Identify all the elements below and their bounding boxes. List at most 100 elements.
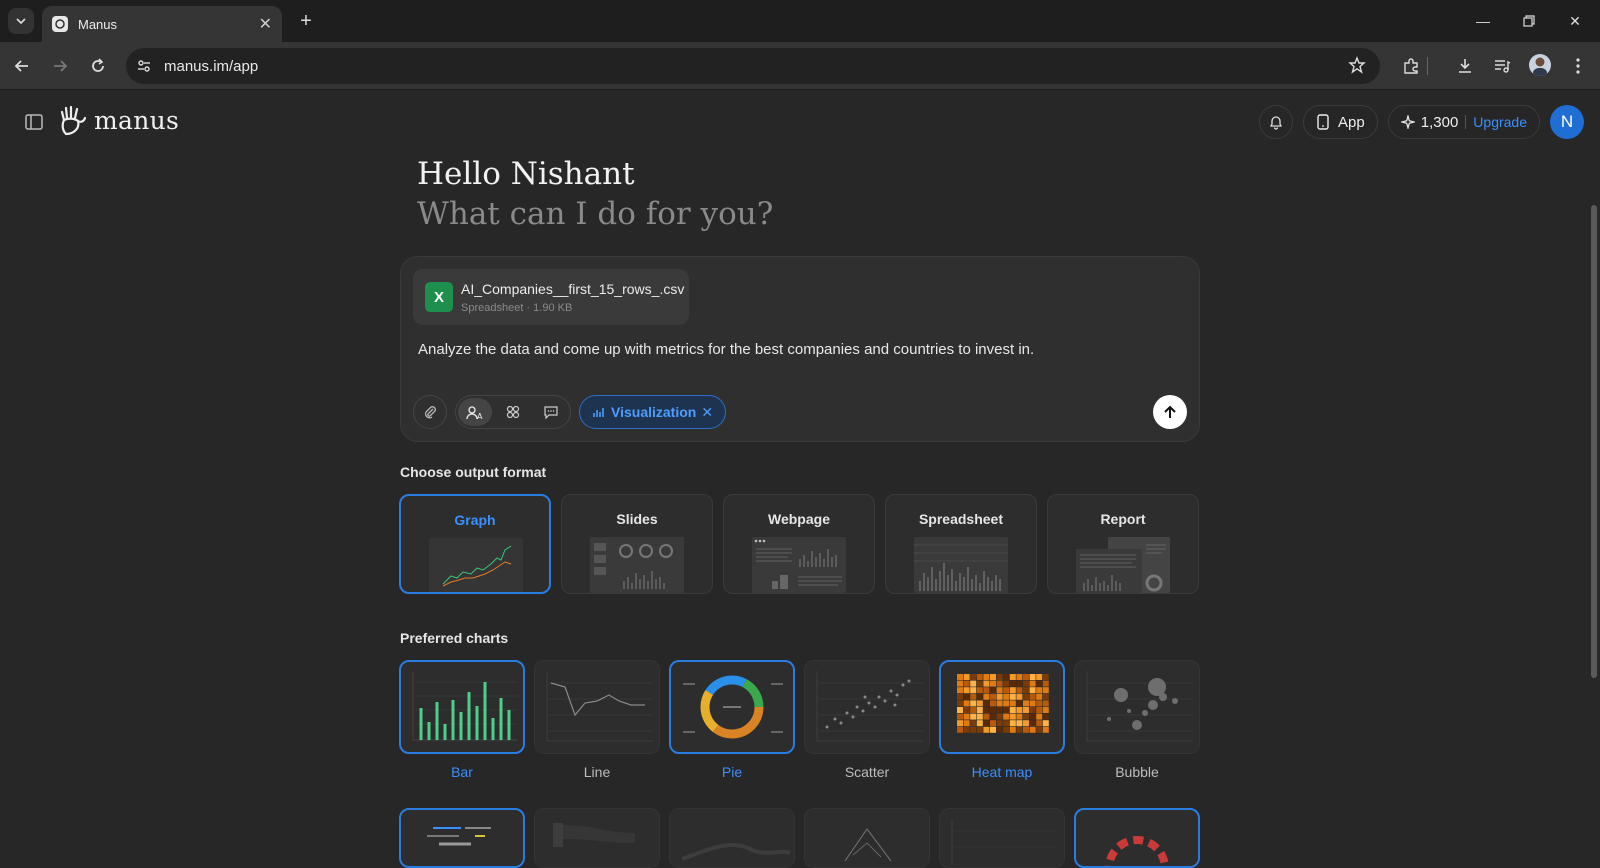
bubble-chart-preview — [1086, 671, 1193, 742]
prompt-input[interactable]: Analyze the data and come up with metric… — [418, 341, 1034, 358]
chevron-down-icon — [16, 18, 26, 25]
page-scrollbar[interactable] — [1591, 205, 1597, 678]
chart-option-radar[interactable] — [804, 808, 930, 868]
reload-icon[interactable] — [86, 54, 110, 78]
heat-map-cell — [1009, 726, 1016, 733]
format-option-report[interactable]: Report — [1047, 494, 1199, 594]
close-tab-icon[interactable]: ✕ — [259, 14, 272, 34]
mode-chat-button[interactable] — [534, 398, 568, 426]
radar-preview — [844, 828, 892, 862]
heat-map-cell — [1009, 707, 1016, 713]
attached-file-chip[interactable]: X AI_Companies__first_15_rows_.csv Sprea… — [413, 269, 689, 325]
app-button[interactable]: App — [1303, 105, 1378, 139]
heat-map-cell — [963, 713, 970, 720]
manus-favicon-icon — [52, 16, 68, 32]
chart-option-line[interactable] — [534, 660, 660, 754]
chart-option-boxplot[interactable] — [939, 808, 1065, 868]
manus-app: manus App 1,300 Upgrade N Hello Nishant … — [0, 90, 1600, 868]
format-option-slides[interactable]: Slides — [561, 494, 713, 594]
chart-option-heat-map[interactable] — [939, 660, 1065, 754]
toolbar-divider — [1422, 54, 1432, 78]
chart-option-sankey[interactable] — [534, 808, 660, 868]
heat-map-cell — [1036, 687, 1043, 694]
heat-map-cell — [990, 713, 996, 720]
heat-map-cell — [1003, 680, 1010, 687]
word-cloud-preview — [427, 827, 491, 846]
notifications-button[interactable] — [1259, 105, 1294, 139]
heat-map-cell — [1016, 726, 1023, 733]
media-controls-icon[interactable] — [1490, 54, 1514, 78]
heat-map-cell — [1042, 674, 1049, 680]
browser-profile-avatar[interactable] — [1529, 54, 1551, 76]
extensions-icon[interactable] — [1399, 54, 1423, 78]
download-icon[interactable] — [1453, 54, 1477, 78]
chart-option-word-cloud[interactable] — [399, 808, 525, 868]
browser-tab[interactable]: Manus ✕ — [42, 6, 282, 42]
mode-multi-agent-button[interactable] — [496, 398, 530, 426]
chart-option-bar[interactable] — [399, 660, 525, 754]
format-option-spreadsheet[interactable]: Spreadsheet — [885, 494, 1037, 594]
user-avatar[interactable]: N — [1550, 105, 1584, 139]
forward-arrow-icon[interactable] — [48, 54, 72, 78]
heat-map-cell — [1029, 713, 1036, 720]
format-option-graph[interactable]: Graph — [399, 494, 551, 594]
new-tab-button[interactable]: + — [294, 9, 318, 33]
visualization-tag[interactable]: Visualization ✕ — [579, 395, 727, 429]
heat-map-cell — [957, 726, 963, 733]
manus-logo[interactable]: manus — [58, 104, 179, 136]
heat-map-cell — [983, 674, 990, 680]
chart-option-gauge[interactable] — [1074, 808, 1200, 868]
heat-map-cell — [996, 693, 1003, 700]
credits-divider — [1465, 115, 1467, 129]
chart-option-scatter[interactable] — [804, 660, 930, 754]
greeting-title: Hello Nishant — [417, 156, 635, 192]
send-button[interactable] — [1153, 395, 1187, 429]
chart-option-pie[interactable] — [669, 660, 795, 754]
mode-agent-button[interactable]: A — [458, 398, 492, 426]
heat-map-cell — [1009, 687, 1016, 694]
heat-map-cell — [1016, 720, 1023, 727]
chart-option-stream[interactable] — [669, 808, 795, 868]
close-window-icon[interactable]: ✕ — [1564, 10, 1586, 32]
credits-pill[interactable]: 1,300 Upgrade — [1387, 105, 1540, 139]
remove-tag-icon[interactable]: ✕ — [701, 404, 713, 421]
minimize-icon[interactable]: — — [1472, 10, 1494, 32]
heat-map-cell — [957, 687, 963, 694]
back-arrow-icon[interactable] — [10, 54, 34, 78]
heat-map-cell — [1029, 680, 1036, 687]
heat-map-cell — [970, 687, 977, 694]
heat-map-cell — [1016, 680, 1023, 687]
bookmark-star-icon[interactable] — [1348, 56, 1366, 79]
site-settings-icon[interactable] — [134, 56, 154, 76]
chat-bubble-icon — [544, 406, 558, 420]
browser-menu-icon[interactable] — [1566, 54, 1590, 78]
address-bar[interactable]: manus.im/app — [126, 48, 1380, 84]
attach-button[interactable] — [413, 395, 447, 429]
restore-icon[interactable] — [1518, 10, 1540, 32]
heat-map-cell — [976, 680, 983, 687]
chart-label-line: Line — [583, 764, 611, 780]
heat-map-cell — [1042, 680, 1049, 687]
tab-search-button[interactable] — [8, 8, 34, 34]
composer-controls: A Visualization ✕ — [413, 395, 727, 429]
paperclip-icon — [424, 406, 436, 419]
credits-count: 1,300 — [1420, 113, 1459, 131]
heat-map-cell — [963, 680, 970, 687]
scatter-chart-preview — [816, 671, 923, 742]
heat-map-cell — [1009, 693, 1016, 700]
format-label: Spreadsheet — [918, 511, 1004, 527]
heat-map-cell — [990, 700, 996, 707]
heat-map-cell — [1042, 720, 1049, 727]
chart-option-bubble[interactable] — [1074, 660, 1200, 754]
format-option-webpage[interactable]: Webpage — [723, 494, 875, 594]
heat-map-cell — [1003, 693, 1010, 700]
file-name: AI_Companies__first_15_rows_.csv — [461, 280, 685, 297]
heat-map-cell — [996, 720, 1003, 727]
chart-label-scatter: Scatter — [844, 764, 890, 780]
heat-map-cell — [1009, 680, 1016, 687]
heat-map-cell — [1016, 707, 1023, 713]
upgrade-link[interactable]: Upgrade — [1473, 114, 1527, 130]
phone-icon — [1317, 114, 1329, 130]
sidebar-toggle-icon[interactable] — [24, 112, 46, 134]
heat-map-cell — [957, 693, 963, 700]
